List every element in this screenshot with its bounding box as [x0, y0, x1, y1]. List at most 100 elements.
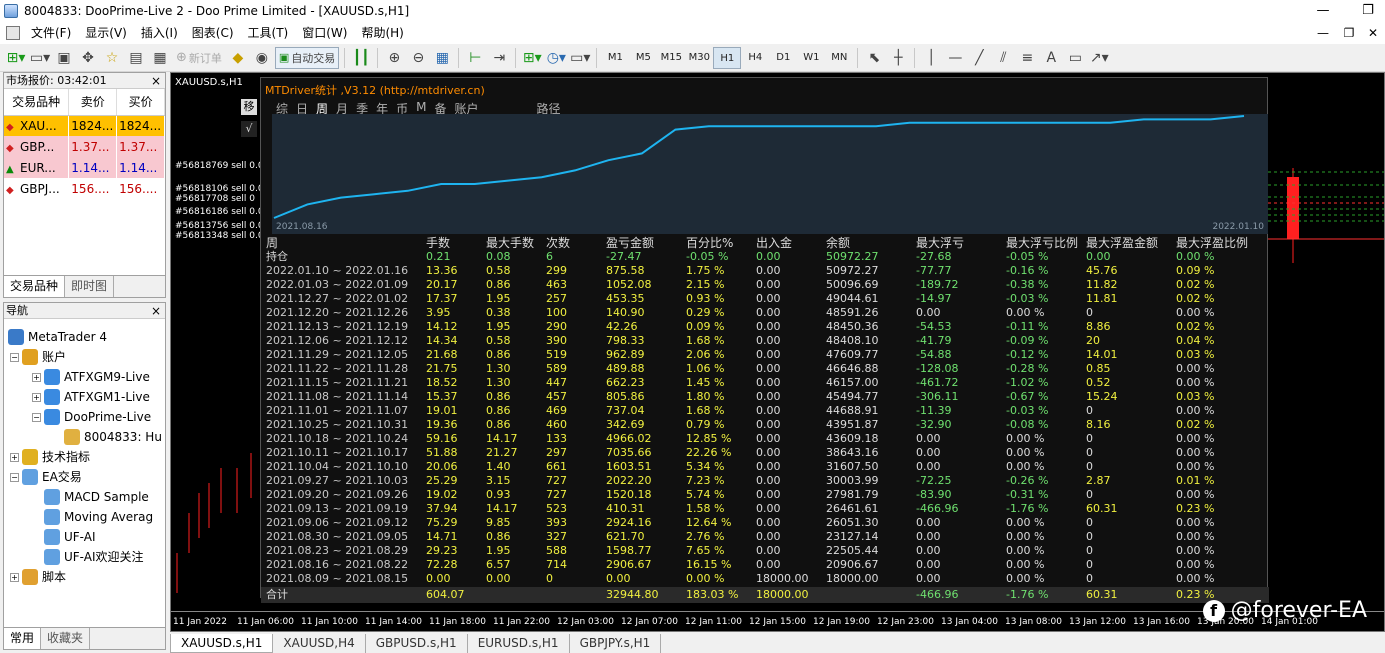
text-icon[interactable]: A — [1040, 47, 1062, 69]
panel-check-button[interactable]: √ — [241, 121, 257, 137]
periods-clock-icon[interactable]: ◷▾ — [545, 47, 567, 69]
zoom-in-icon[interactable]: ⊕ — [383, 47, 405, 69]
expand-icon[interactable]: + — [32, 392, 41, 402]
arrows-icon[interactable]: ↗▾ — [1088, 47, 1110, 69]
navigator-toggle-icon[interactable]: ☆ — [101, 47, 123, 69]
minimize-button[interactable]: — — [1300, 0, 1346, 22]
cursor-icon[interactable]: ⬉ — [863, 47, 885, 69]
tab-favorites[interactable]: 收藏夹 — [41, 628, 91, 649]
tester-icon[interactable]: ▦ — [149, 47, 171, 69]
indicators-icon[interactable]: ⊞▾ — [521, 47, 543, 69]
navigator-item[interactable]: − DooPrime-Live — [32, 407, 151, 427]
timeframe-mn[interactable]: MN — [825, 47, 853, 69]
auto-trading-button[interactable]: ▣ 自动交易 — [274, 46, 340, 69]
close-icon[interactable]: × — [151, 303, 161, 319]
chart-tab-gbpjpy-s-h1[interactable]: GBPJPY.s,H1 — [570, 634, 662, 653]
navigator-item[interactable]: + ATFXGM1-Live — [32, 387, 150, 407]
zoom-out-icon[interactable]: ⊖ — [407, 47, 429, 69]
chart-tab-gbpusd-s-h1[interactable]: GBPUSD.s,H1 — [366, 634, 468, 653]
stats-cell: -83.90 — [916, 488, 952, 501]
text-label-icon[interactable]: ▭ — [1064, 47, 1086, 69]
data-window-icon[interactable]: ✥ — [77, 47, 99, 69]
auto-scroll-icon[interactable]: ⇥ — [488, 47, 510, 69]
tab-tick-chart[interactable]: 即时图 — [65, 276, 115, 297]
expand-icon[interactable]: + — [10, 452, 19, 462]
stats-cell: 0.93 % — [686, 292, 725, 305]
navigator-item[interactable]: − EA交易 — [10, 467, 82, 487]
market-watch-row[interactable]: ◆ GBPJ... 156.... 156.... — [4, 178, 165, 199]
collapse-icon[interactable]: − — [10, 472, 19, 482]
chart-shift-icon[interactable]: ⊢ — [464, 47, 486, 69]
menu-insert[interactable]: 插入(I) — [134, 22, 185, 44]
navigator-item[interactable]: + 脚本 — [10, 567, 66, 587]
navigator-item[interactable]: Moving Averag — [32, 507, 153, 527]
navigator-item[interactable]: MACD Sample — [32, 487, 149, 507]
navigator-item[interactable]: MetaTrader 4 — [8, 327, 107, 347]
timeframe-m15[interactable]: M15 — [657, 47, 685, 69]
stats-cell: 0 — [1086, 432, 1093, 445]
menu-view[interactable]: 显示(V) — [78, 22, 134, 44]
menu-window[interactable]: 窗口(W) — [295, 22, 354, 44]
stats-cell: -27.68 — [916, 250, 952, 263]
new-order-button[interactable]: ⊕ 新订单 — [173, 47, 225, 69]
timeframe-m30[interactable]: M30 — [685, 47, 713, 69]
profiles-icon[interactable]: ▭▾ — [29, 47, 51, 69]
close-icon[interactable]: × — [151, 73, 161, 89]
vertical-line-icon[interactable]: │ — [920, 47, 942, 69]
channel-icon[interactable]: ⫽ — [992, 47, 1014, 69]
tab-common[interactable]: 常用 — [4, 628, 42, 649]
timeframe-w1[interactable]: W1 — [797, 47, 825, 69]
menu-charts[interactable]: 图表(C) — [185, 22, 241, 44]
tab-symbols[interactable]: 交易品种 — [4, 276, 66, 297]
collapse-icon[interactable]: − — [10, 352, 19, 362]
horizontal-line-icon[interactable]: — — [944, 47, 966, 69]
mdi-minimize-button[interactable]: — — [1310, 22, 1336, 44]
chart-tab-eurusd-s-h1[interactable]: EURUSD.s,H1 — [468, 634, 570, 653]
bar-chart-icon[interactable]: ┃┃ — [350, 47, 372, 69]
chart-tab-xauusd-s-h1[interactable]: XAUUSD.s,H1 — [170, 634, 274, 653]
chart-system-icon[interactable] — [6, 26, 20, 40]
chart-window[interactable]: XAUUSD.s,H1 #56818769 sell 0.0 #56818106 … — [170, 72, 1385, 632]
navigator-item[interactable]: − 账户 — [10, 347, 66, 367]
terminal-toggle-icon[interactable]: ▤ — [125, 47, 147, 69]
mdi-close-button[interactable]: ✕ — [1360, 22, 1385, 44]
market-watch-row[interactable]: ◆ XAU... 1824... 1824... — [4, 115, 165, 136]
expand-icon[interactable]: + — [32, 372, 41, 382]
stats-cell: 2.76 % — [686, 530, 725, 543]
market-watch-row[interactable]: ◆ GBP... 1.37... 1.37... — [4, 136, 165, 157]
timeframe-h4[interactable]: H4 — [741, 47, 769, 69]
navigator-item[interactable]: 8004833: Hu — [52, 427, 162, 447]
column-header-ask[interactable]: 买价 — [116, 89, 165, 116]
templates-icon[interactable]: ▭▾ — [569, 47, 591, 69]
trendline-icon[interactable]: ╱ — [968, 47, 990, 69]
market-watch-row[interactable]: ▲ EUR... 1.14... 1.14... — [4, 157, 165, 178]
panel-move-button[interactable]: 移 — [241, 99, 257, 115]
fibonacci-icon[interactable]: ≡ — [1016, 47, 1038, 69]
signals-icon[interactable]: ◉ — [251, 47, 273, 69]
timeframe-d1[interactable]: D1 — [769, 47, 797, 69]
menu-help[interactable]: 帮助(H) — [354, 22, 410, 44]
metaeditor-icon[interactable]: ◆ — [227, 47, 249, 69]
navigator-item[interactable]: UF-AI欢迎关注 — [32, 547, 144, 567]
market-watch-toggle-icon[interactable]: ▣ — [53, 47, 75, 69]
column-header-symbol[interactable]: 交易品种 — [4, 89, 70, 116]
timeframe-m1[interactable]: M1 — [601, 47, 629, 69]
mdi-restore-button[interactable]: ❐ — [1336, 22, 1362, 44]
restore-button[interactable]: ❐ — [1345, 0, 1385, 22]
expand-icon[interactable]: + — [10, 572, 19, 582]
timeframe-h1[interactable]: H1 — [713, 46, 742, 69]
collapse-icon[interactable]: − — [32, 412, 41, 422]
menu-tools[interactable]: 工具(T) — [241, 22, 296, 44]
market-watch-header: 市场报价: 03:42:01 × — [4, 73, 165, 89]
crosshair-icon[interactable]: ┼ — [887, 47, 909, 69]
new-chart-icon[interactable]: ⊞▾ — [5, 47, 27, 69]
navigator-item[interactable]: UF-AI — [32, 527, 96, 547]
timeframe-m5[interactable]: M5 — [629, 47, 657, 69]
navigator-item[interactable]: + 技术指标 — [10, 447, 90, 467]
menu-file[interactable]: 文件(F) — [24, 22, 78, 44]
navigator-item[interactable]: + ATFXGM9-Live — [32, 367, 150, 387]
column-header-bid[interactable]: 卖价 — [68, 89, 118, 116]
stats-cell: 604.07 — [426, 588, 465, 601]
chart-tab-xauusd-h4[interactable]: XAUUSD,H4 — [273, 634, 366, 653]
tile-windows-icon[interactable]: ▦ — [431, 47, 453, 69]
